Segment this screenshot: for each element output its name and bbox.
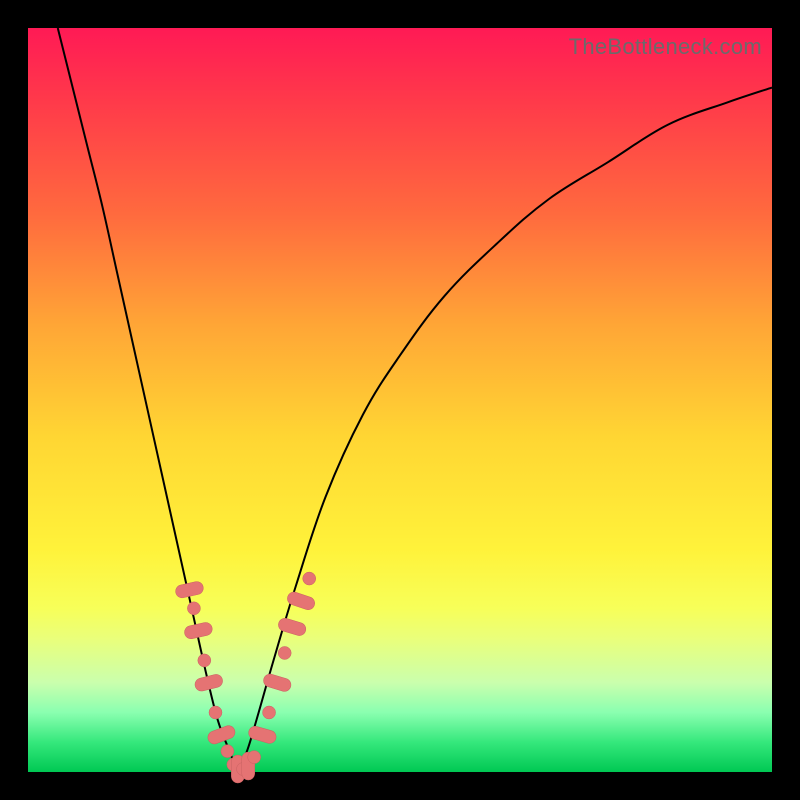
plot-area: TheBottleneck.com <box>28 28 772 772</box>
highlight-dot <box>278 646 291 659</box>
highlight-dot <box>221 745 234 758</box>
highlight-pill <box>174 580 204 599</box>
highlight-dot <box>303 572 316 585</box>
highlight-pill <box>194 673 224 692</box>
highlight-pill <box>247 725 277 745</box>
highlight-dot <box>209 706 222 719</box>
curve-layer <box>58 28 772 772</box>
chart-frame: TheBottleneck.com <box>0 0 800 800</box>
curve-right-branch <box>238 88 772 772</box>
highlight-pill <box>262 672 293 692</box>
highlight-dot <box>248 751 261 764</box>
highlight-pill <box>183 621 213 640</box>
highlight-pill <box>286 590 317 611</box>
highlight-dots-layer <box>174 572 316 783</box>
highlight-pill <box>206 724 237 746</box>
highlight-dot <box>263 706 276 719</box>
highlight-dot <box>187 602 200 615</box>
chart-svg <box>28 28 772 772</box>
highlight-dot <box>198 654 211 667</box>
